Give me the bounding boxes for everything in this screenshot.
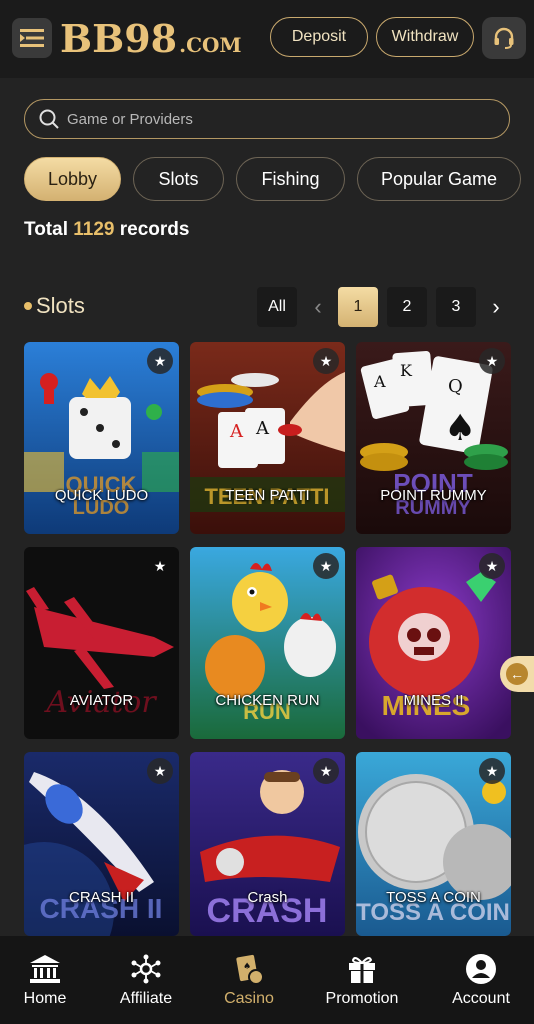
- svg-text:A: A: [229, 421, 244, 442]
- network-icon: [131, 952, 161, 986]
- pagination-page-2[interactable]: 2: [387, 287, 427, 327]
- svg-text:A: A: [373, 372, 386, 391]
- favorite-star-icon[interactable]: ★: [147, 348, 173, 374]
- game-title: Crash: [247, 889, 288, 906]
- deposit-button[interactable]: Deposit: [270, 17, 368, 57]
- user-icon: [465, 952, 497, 986]
- game-card-point-rummy[interactable]: A K Q ♠ POINT RUMMY POINT RUMMY ★: [356, 342, 511, 534]
- pagination-prev-icon[interactable]: ‹: [306, 287, 330, 327]
- svg-text:Q: Q: [448, 376, 463, 397]
- game-card-chicken-run[interactable]: RUN CHICKEN RUN ★: [190, 547, 345, 739]
- svg-text:♠: ♠: [444, 408, 476, 449]
- withdraw-button[interactable]: Withdraw: [376, 17, 474, 57]
- game-card-teen-patti[interactable]: A A TEEN PATTI TEEN PATTI ★: [190, 342, 345, 534]
- menu-button[interactable]: [12, 18, 52, 58]
- category-tabs: Lobby Slots Fishing Popular Game: [24, 157, 534, 201]
- favorite-star-icon[interactable]: ★: [479, 553, 505, 579]
- bank-icon: [29, 952, 61, 986]
- svg-text:A: A: [255, 418, 270, 439]
- favorite-star-icon[interactable]: ★: [313, 348, 339, 374]
- tab-fishing[interactable]: Fishing: [236, 157, 345, 201]
- game-card-aviator[interactable]: Aviator AVIATOR ★: [24, 547, 179, 739]
- headset-icon: [494, 27, 514, 49]
- tab-popular-game[interactable]: Popular Game: [357, 157, 521, 201]
- search-bar[interactable]: [24, 99, 510, 139]
- support-button[interactable]: [482, 17, 526, 59]
- cards-icon: ♠: [234, 952, 264, 986]
- nav-account[interactable]: Account: [446, 936, 516, 1024]
- game-title: TOSS A COIN: [386, 889, 481, 906]
- brand-logo[interactable]: BB98 .COM: [60, 16, 242, 61]
- game-card-crash[interactable]: CRASH Crash ★: [190, 752, 345, 936]
- game-title: CHICKEN RUN: [215, 692, 320, 709]
- tab-lobby[interactable]: Lobby: [24, 157, 121, 201]
- pagination-next-icon[interactable]: ›: [484, 287, 508, 327]
- nav-casino[interactable]: ♠ Casino: [218, 936, 280, 1024]
- favorite-star-icon[interactable]: ★: [147, 553, 173, 579]
- favorite-star-icon[interactable]: ★: [313, 553, 339, 579]
- game-title: AVIATOR: [69, 692, 134, 709]
- game-card-mines-ii[interactable]: MINES MINES II ★: [356, 547, 511, 739]
- menu-icon: [20, 29, 44, 47]
- app-header: BB98 .COM Deposit Withdraw: [0, 0, 534, 78]
- svg-text:♠: ♠: [243, 962, 251, 972]
- search-icon: [39, 109, 59, 129]
- game-card-quick-ludo[interactable]: QUICK LUDO QUICK LUDO ★: [24, 342, 179, 534]
- pagination-page-1[interactable]: 1: [338, 287, 378, 327]
- pagination-page-3[interactable]: 3: [436, 287, 476, 327]
- nav-affiliate[interactable]: Affiliate: [110, 936, 182, 1024]
- nav-home[interactable]: Home: [14, 936, 76, 1024]
- svg-text:K: K: [400, 361, 413, 380]
- section-title: Slots: [24, 293, 85, 319]
- tab-slots[interactable]: Slots: [133, 157, 224, 201]
- pagination-all[interactable]: All: [257, 287, 297, 327]
- game-card-toss-a-coin[interactable]: TOSS A COIN TOSS A COIN ★: [356, 752, 511, 936]
- favorite-star-icon[interactable]: ★: [479, 758, 505, 784]
- game-title: QUICK LUDO: [54, 487, 149, 504]
- gift-icon: [347, 952, 377, 986]
- section-dot: [24, 302, 32, 310]
- favorite-star-icon[interactable]: ★: [313, 758, 339, 784]
- side-panel-toggle[interactable]: ←: [500, 656, 534, 692]
- game-title: CRASH II: [68, 889, 134, 906]
- records-count: 1129: [73, 219, 115, 240]
- arrow-left-icon: ←: [506, 663, 528, 685]
- bottom-navigation: Home Affiliate ♠ Casino Promotion Accoun…: [0, 936, 534, 1024]
- favorite-star-icon[interactable]: ★: [479, 348, 505, 374]
- search-input[interactable]: [67, 110, 467, 128]
- game-title: POINT RUMMY: [380, 487, 487, 504]
- game-title: TEEN PATTI: [225, 487, 310, 504]
- game-title: MINES II: [403, 692, 464, 709]
- total-records: Total 1129 records: [24, 219, 190, 240]
- game-card-crash-ii[interactable]: CRASH II CRASH II ★: [24, 752, 179, 936]
- favorite-star-icon[interactable]: ★: [147, 758, 173, 784]
- nav-promotion[interactable]: Promotion: [320, 936, 404, 1024]
